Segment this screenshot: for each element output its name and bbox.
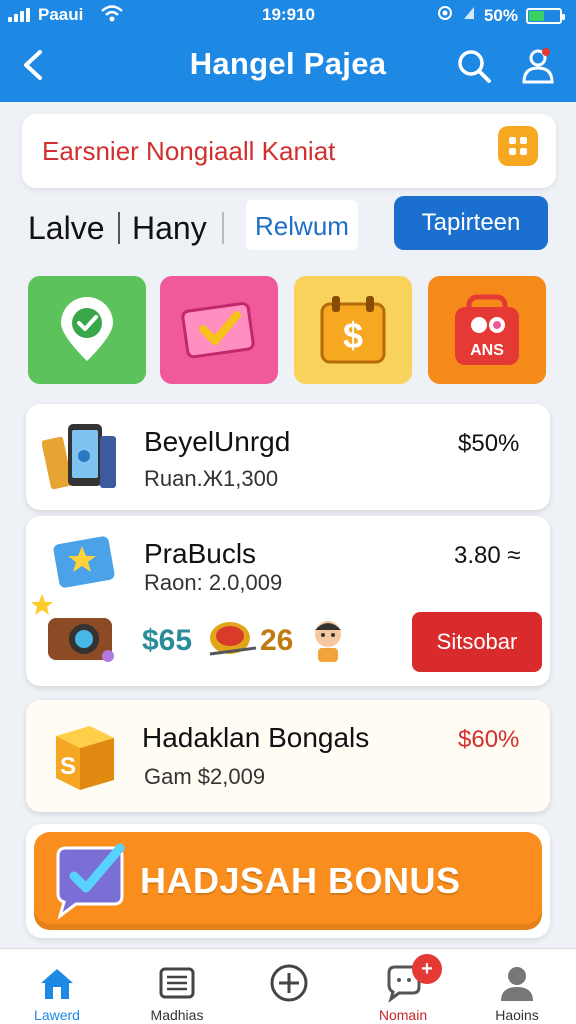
bottom-nav: Lawerd Madhias Nomain Haoins: [0, 948, 576, 1024]
offer-card[interactable]: BeyelUnrgd Ruan.Ж1,300 $50%: [26, 404, 550, 510]
checkmark-card-icon: [181, 302, 255, 359]
character-icon: [315, 621, 341, 662]
category-tile-location[interactable]: [28, 276, 146, 384]
reward-amount: $65: [142, 624, 193, 657]
sitsobar-button[interactable]: Sitsobar: [412, 612, 542, 672]
clock: 19:910: [262, 5, 315, 24]
dollar-box-icon: S: [56, 726, 114, 790]
tab-hany[interactable]: Hany: [132, 210, 207, 247]
card-subtitle: Ruan.Ж1,300: [144, 466, 279, 491]
card-title: BeyelUnrgd: [144, 426, 291, 457]
location-icon: [436, 4, 454, 27]
home-icon: [41, 969, 73, 999]
card-subtitle: Gam $2,009: [144, 764, 266, 789]
nav-item-add[interactable]: [234, 949, 344, 1024]
tab-relwum[interactable]: Relwum: [246, 200, 358, 250]
svg-text:ANS: ANS: [470, 342, 504, 359]
card-subtitle: Raon: 2.0,009: [144, 570, 283, 595]
tab-divider: [118, 212, 120, 244]
star-card-icon: [53, 536, 115, 588]
card-value: $50%: [458, 430, 520, 457]
app-header: Paaui 19:910 50% Hangel Pajea: [0, 0, 576, 102]
profile-button[interactable]: [516, 42, 560, 86]
card-title: PraBucls: [144, 538, 257, 569]
category-tile-tasks[interactable]: [160, 276, 278, 384]
tapirteen-button[interactable]: Tapirteen: [394, 196, 548, 250]
svg-text:S: S: [60, 753, 76, 780]
category-tile-money[interactable]: $: [294, 276, 412, 384]
signal-icon: [8, 8, 30, 22]
carrier-name: Paaui: [38, 5, 84, 24]
nav-label: Haoins: [495, 1007, 539, 1023]
battery-percent: 50%: [483, 5, 518, 25]
nav-label: Madhias: [150, 1007, 204, 1023]
search-icon: [458, 50, 491, 83]
data-icon: [462, 5, 476, 26]
category-tile-badge[interactable]: ANS: [428, 276, 546, 384]
list-icon: [159, 967, 195, 999]
card-value: 3.80 ≈: [454, 542, 521, 569]
nav-item-lawerd[interactable]: Lawerd: [2, 949, 112, 1024]
dollar-calendar-icon: $: [320, 296, 386, 364]
promo-banner[interactable]: Earsnier Nongiaall Kaniat: [22, 114, 556, 188]
wifi-icon: [100, 4, 124, 29]
profile-icon: [522, 48, 554, 84]
user-icon: [501, 967, 533, 1001]
coin-stack-icon: [209, 622, 257, 656]
card-title: Hadaklan Bongals: [142, 722, 370, 753]
check-badge-icon: [56, 843, 125, 920]
svg-text:$: $: [343, 315, 363, 356]
location-check-icon: [61, 297, 113, 361]
tab-lalve[interactable]: Lalve: [28, 210, 105, 247]
tab-divider: [222, 212, 224, 244]
grid-icon[interactable]: [498, 126, 538, 166]
battery-icon: [526, 7, 565, 24]
nav-item-nomain[interactable]: Nomain: [348, 949, 458, 1024]
offer-card[interactable]: S Hadaklan Bongals Gam $2,009 $60%: [26, 700, 550, 812]
camera-icon: [32, 594, 114, 662]
search-button[interactable]: [454, 46, 494, 86]
nav-label: Nomain: [378, 1007, 428, 1023]
card-value: $60%: [458, 726, 520, 753]
badge-icon: ANS: [455, 294, 519, 365]
banner-text: Earsnier Nongiaall Kaniat: [42, 136, 336, 166]
status-bar: Paaui 19:910 50%: [0, 0, 576, 30]
add-icon: [270, 964, 308, 1002]
nav-item-haoins[interactable]: Haoins: [462, 949, 572, 1024]
nav-item-madhias[interactable]: Madhias: [122, 949, 232, 1024]
bonus-label: HADJSAH BONUS: [140, 860, 461, 901]
notification-badge: +: [412, 954, 442, 984]
phone-books-icon: [42, 424, 116, 490]
nav-label: Lawerd: [34, 1007, 80, 1023]
reward-count: 26: [260, 624, 294, 657]
